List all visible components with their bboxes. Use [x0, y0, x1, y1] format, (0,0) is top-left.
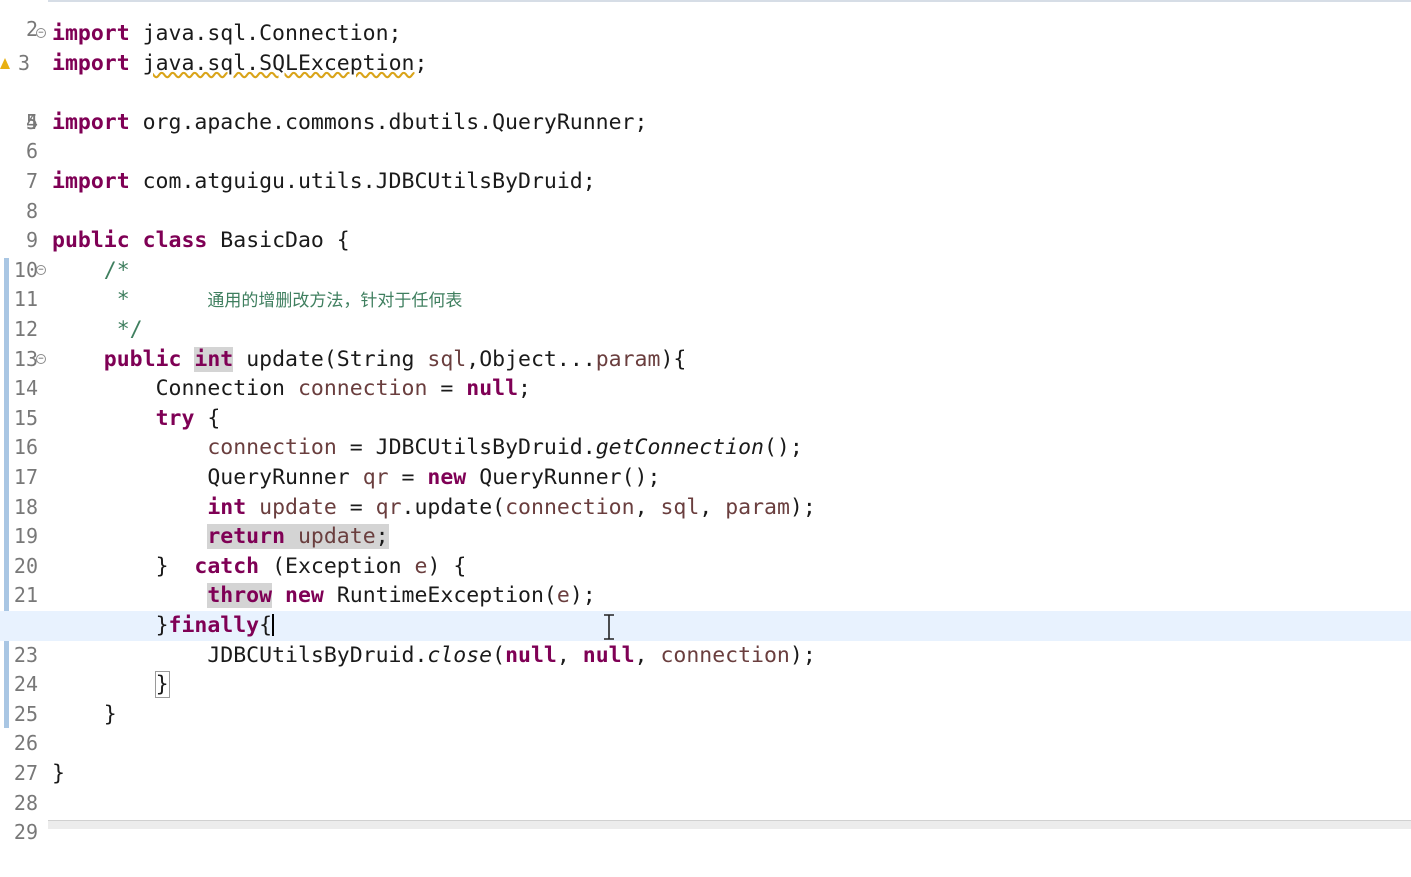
unused-import-warning: java.sql.SQLException: [142, 50, 415, 76]
code-line-22[interactable]: 22 throw new RuntimeException(e);: [0, 581, 1411, 637]
code-text: Connection connection = null;: [155, 376, 531, 402]
code-line-5[interactable]: 5: [0, 78, 1411, 134]
code-line-4[interactable]: 4 import java.sql.SQLException;: [0, 49, 1411, 134]
code-line-6[interactable]: 6 import org.apache.commons.dbutils.Quer…: [0, 108, 1411, 164]
code-line-19[interactable]: 19 int update = qr.update(connection, sq…: [0, 493, 1411, 549]
fold-collapse-icon[interactable]: −: [36, 264, 46, 275]
code-line-16[interactable]: 16 try {: [0, 404, 1411, 460]
code-text: */: [116, 317, 143, 342]
code-line-14[interactable]: 14 − public int update(String sql,Object…: [0, 345, 1411, 400]
code-line-2[interactable]: 2: [0, 0, 1411, 41]
line-number: 29: [13, 820, 38, 845]
code-line-13[interactable]: 13 */: [0, 315, 1411, 371]
matching-bracket: }: [154, 671, 170, 699]
code-text: import java.sql.SQLException;: [52, 50, 428, 76]
text-caret: [272, 614, 275, 636]
code-line-12[interactable]: 12 * 通用的增删改方法，针对于任何表: [0, 285, 1411, 341]
code-line-3[interactable]: 3 − import java.sql.Connection;: [0, 19, 1411, 75]
code-text: return update;: [52, 522, 389, 552]
code-line-11[interactable]: 11 − /*: [0, 256, 1411, 312]
code-text: }: [103, 701, 117, 727]
code-line-23[interactable]: 23 }finally{: [0, 611, 1411, 667]
code-text: JDBCUtilsByDruid.close(null, null, conne…: [207, 642, 816, 668]
comment-text: 通用的增删改方法，针对于任何表: [207, 291, 463, 312]
code-line-8[interactable]: 8 import com.atguigu.utils.JDBCUtilsByDr…: [0, 167, 1411, 223]
code-text: /*: [103, 257, 130, 283]
code-line-29[interactable]: 29: [0, 789, 1411, 844]
exit-point-highlight: return update;: [207, 524, 389, 550]
code-text: * 通用的增删改方法，针对于任何表: [116, 287, 463, 313]
code-text: }finally{: [155, 613, 275, 638]
exit-point-highlight: throw: [207, 583, 273, 609]
code-text: import com.atguigu.utils.JDBCUtilsByDrui…: [52, 169, 596, 194]
code-line-25[interactable]: 25 }: [0, 670, 1411, 726]
occurrence-highlight: int: [194, 346, 234, 372]
code-line-9[interactable]: 9: [0, 197, 1411, 252]
code-line-26[interactable]: 26 }: [0, 700, 1411, 756]
code-text: throw new RuntimeException(e);: [207, 583, 596, 609]
code-line-20[interactable]: 20 return update;: [0, 522, 1411, 578]
code-line-18[interactable]: 18 QueryRunner qr = new QueryRunner();: [0, 463, 1411, 519]
code-text: } catch (Exception e) {: [155, 553, 467, 579]
code-line-27[interactable]: 27: [0, 729, 1411, 785]
code-line-24[interactable]: 24 JDBCUtilsByDruid.close(null, null, co…: [0, 641, 1411, 697]
code-text: int update = qr.update(connection, sql, …: [207, 494, 816, 520]
code-text: import org.apache.commons.dbutils.QueryR…: [52, 109, 648, 135]
warning-icon[interactable]: [0, 57, 10, 69]
code-line-17[interactable]: 17 connection = JDBCUtilsByDruid.getConn…: [0, 433, 1411, 489]
code-line-15[interactable]: 15 Connection connection = null;: [0, 374, 1411, 430]
code-text: try {: [155, 405, 221, 431]
code-text: public int update(String sql,Object...pa…: [103, 346, 687, 372]
code-line-28[interactable]: 28 }: [0, 759, 1411, 815]
code-text: import java.sql.Connection;: [52, 21, 402, 46]
code-text: }: [52, 761, 65, 786]
fold-collapse-icon[interactable]: −: [36, 353, 46, 364]
code-line-10[interactable]: 10 public class BasicDao {: [0, 226, 1411, 282]
code-line-7[interactable]: 7: [0, 137, 1411, 193]
code-text: connection = JDBCUtilsByDruid.getConnect…: [207, 435, 803, 461]
text-cursor-icon: [604, 614, 614, 640]
fold-collapse-icon[interactable]: −: [36, 28, 46, 38]
code-text: public class BasicDao {: [52, 228, 350, 254]
java-editor[interactable]: 2 3 − import java.sql.Connection; 4 impo…: [0, 0, 1411, 844]
code-text: QueryRunner qr = new QueryRunner();: [207, 465, 661, 490]
code-line-21[interactable]: 21 } catch (Exception e) {: [0, 552, 1411, 608]
code-text: }: [52, 670, 170, 700]
